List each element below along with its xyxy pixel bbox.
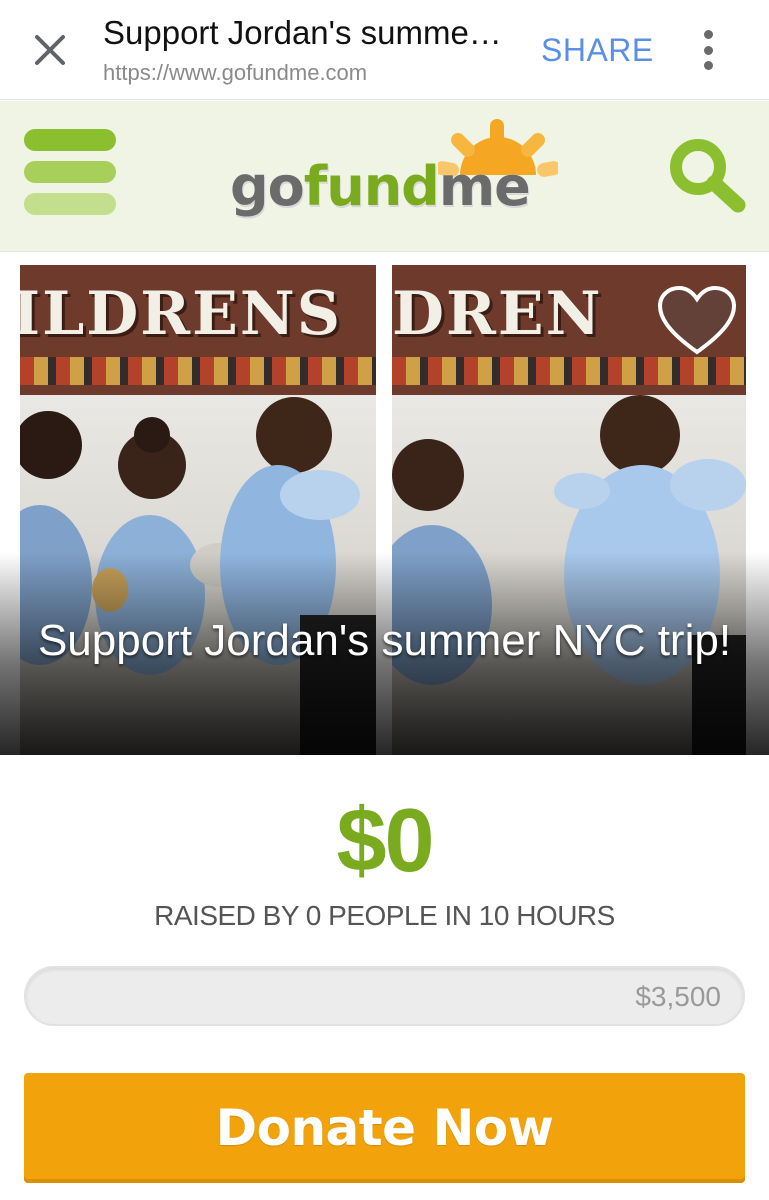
search-icon[interactable] (664, 135, 750, 215)
gofundme-logo[interactable]: gofundme (228, 119, 558, 225)
logo-wordmark: gofundme (230, 155, 531, 218)
campaign-title: Support Jordan's summer NYC trip! (37, 616, 732, 665)
site-header: gofundme (0, 101, 769, 252)
close-icon[interactable] (22, 22, 78, 78)
funding-progress-bar: $3,500 (24, 966, 745, 1026)
campaign-hero-image[interactable]: ILDRENS DREN Support Jordan's summer NYC… (0, 252, 769, 755)
share-button[interactable]: SHARE (541, 32, 654, 69)
page-url: https://www.gofundme.com (103, 60, 368, 85)
goal-amount: $3,500 (635, 981, 721, 1012)
heart-icon[interactable] (656, 284, 738, 358)
raised-amount: $0 (336, 791, 434, 891)
raised-summary: RAISED BY 0 PEOPLE IN 10 HOURS (154, 900, 615, 931)
browser-toolbar: Support Jordan's summe… https://www.gofu… (0, 0, 769, 100)
hamburger-menu-icon[interactable] (24, 129, 116, 215)
donate-now-button[interactable]: Donate Now (24, 1073, 745, 1183)
page-title: Support Jordan's summe… (103, 14, 502, 51)
more-vertical-icon[interactable] (690, 26, 726, 74)
